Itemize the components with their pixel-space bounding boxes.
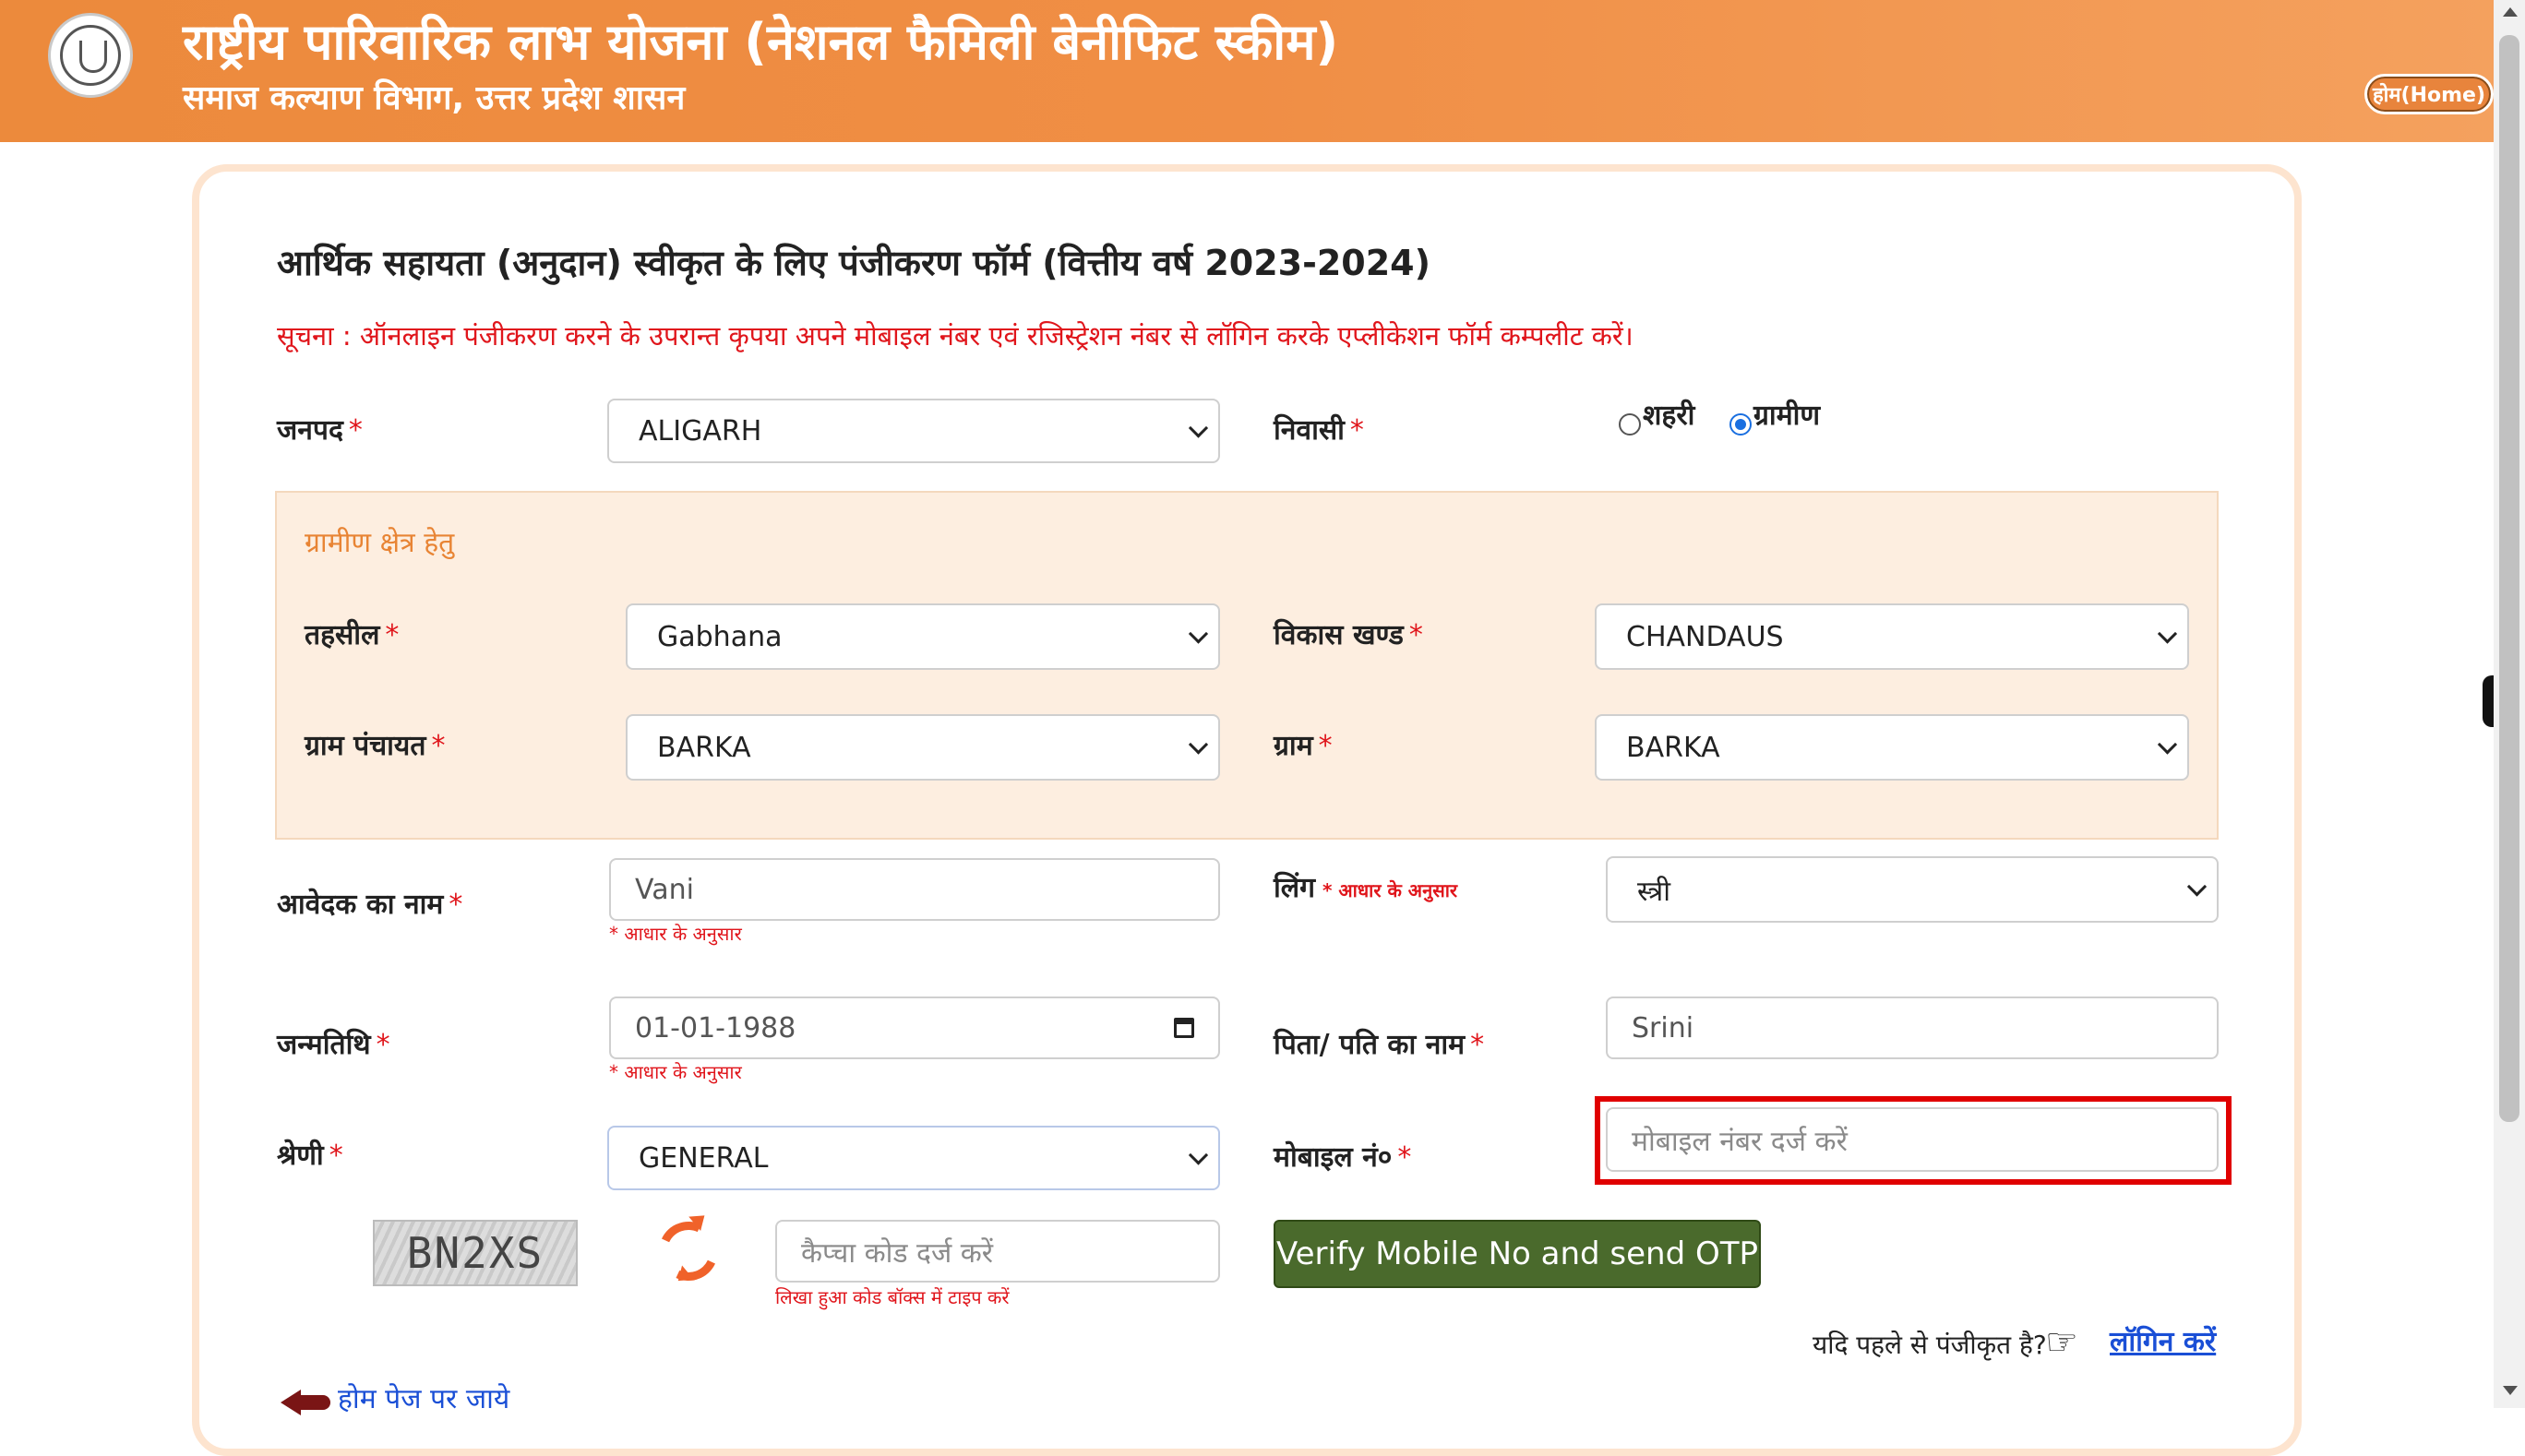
mobile-input-highlight	[1595, 1096, 2232, 1185]
site-title: राष्ट्रीय पारिवारिक लाभ योजना (नेशनल फैम…	[183, 13, 1339, 71]
mobile-label: मोबाइल नं० *	[1274, 1141, 1412, 1174]
residence-label: निवासी *	[1274, 414, 1364, 447]
tehsil-label: तहसील *	[305, 619, 400, 651]
residence-rural-label: ग्रामीण	[1753, 400, 1821, 432]
form-title: आर्थिक सहायता (अनुदान) स्वीकृत के लिए पं…	[277, 243, 1430, 283]
father-husband-name-label: पिता/ पति का नाम *	[1274, 1029, 1485, 1061]
residence-urban-radio[interactable]	[1619, 413, 1641, 436]
block-label: विकास खण्ड *	[1274, 619, 1423, 651]
chevron-down-icon	[2157, 734, 2178, 755]
chevron-down-icon	[2186, 877, 2208, 897]
father-husband-name-input[interactable]: Srini	[1606, 997, 2219, 1059]
calendar-icon[interactable]	[1174, 1018, 1194, 1038]
scroll-down-arrow-icon[interactable]	[2503, 1386, 2518, 1395]
chevron-down-icon	[1188, 624, 1209, 644]
chevron-down-icon	[2157, 624, 2178, 644]
site-header: राष्ट्रीय पारिवारिक लाभ योजना (नेशनल फैम…	[0, 0, 2495, 142]
dob-date-input[interactable]: 01-01-1988	[609, 997, 1220, 1059]
side-feedback-tab[interactable]	[2483, 675, 2494, 727]
captcha-input[interactable]: कैप्चा कोड दर्ज करें	[775, 1220, 1220, 1283]
vertical-scrollbar[interactable]	[2494, 0, 2525, 1408]
site-subtitle: समाज कल्याण विभाग, उत्तर प्रदेश शासन	[183, 79, 686, 117]
scrollbar-thumb[interactable]	[2499, 35, 2519, 1122]
home-page-link[interactable]: होम पेज पर जाये	[338, 1378, 509, 1416]
login-link[interactable]: लॉगिन करें	[2110, 1321, 2216, 1359]
verify-mobile-send-otp-button[interactable]: Verify Mobile No and send OTP	[1274, 1220, 1761, 1288]
residence-rural-radio[interactable]	[1729, 413, 1752, 436]
rural-section-title: ग्रामीण क्षेत्र हेतु	[305, 527, 455, 559]
village-select[interactable]: BARKA	[1595, 714, 2189, 781]
home-button[interactable]: होम(Home)	[2364, 74, 2495, 114]
district-label: जनपद *	[277, 414, 363, 447]
tehsil-select[interactable]: Gabhana	[626, 603, 1220, 670]
gender-select[interactable]: स्त्री	[1606, 856, 2219, 923]
gram-panchayat-label: ग्राम पंचायत *	[305, 730, 446, 762]
applicant-name-label: आवेदक का नाम *	[277, 889, 463, 921]
already-registered-text: यदि पहले से पंजीकृत है?	[1813, 1330, 2047, 1360]
chevron-down-icon	[1188, 1145, 1209, 1165]
chevron-down-icon	[1188, 418, 1209, 438]
form-notice: सूचना : ऑनलाइन पंजीकरण करने के उपरान्त क…	[277, 320, 1633, 352]
scroll-up-arrow-icon[interactable]	[2503, 7, 2518, 17]
block-select[interactable]: CHANDAUS	[1595, 603, 2189, 670]
district-select[interactable]: ALIGARH	[607, 399, 1220, 463]
up-government-emblem-icon	[48, 13, 133, 98]
pointing-hand-icon: ☞	[2045, 1321, 2078, 1364]
gram-panchayat-select[interactable]: BARKA	[626, 714, 1220, 781]
category-label: श्रेणी *	[277, 1140, 343, 1172]
chevron-down-icon	[1188, 734, 1209, 755]
dob-hint: * आधार के अनुसार	[609, 1061, 742, 1083]
residence-urban-label: शहरी	[1643, 400, 1695, 432]
village-label: ग्राम *	[1274, 730, 1333, 762]
applicant-name-input[interactable]: Vani	[609, 858, 1220, 921]
captcha-image: BN2XS	[373, 1220, 578, 1286]
applicant-name-hint: * आधार के अनुसार	[609, 923, 742, 945]
category-select[interactable]: GENERAL	[607, 1126, 1220, 1190]
dob-label: जन्मतिथि *	[277, 1029, 390, 1061]
gender-label: लिंग * आधार के अनुसार	[1274, 872, 1458, 904]
captcha-hint: लिखा हुआ कोड बॉक्स में टाइप करें	[775, 1286, 1010, 1308]
gender-hint: * आधार के अनुसार	[1322, 879, 1458, 901]
